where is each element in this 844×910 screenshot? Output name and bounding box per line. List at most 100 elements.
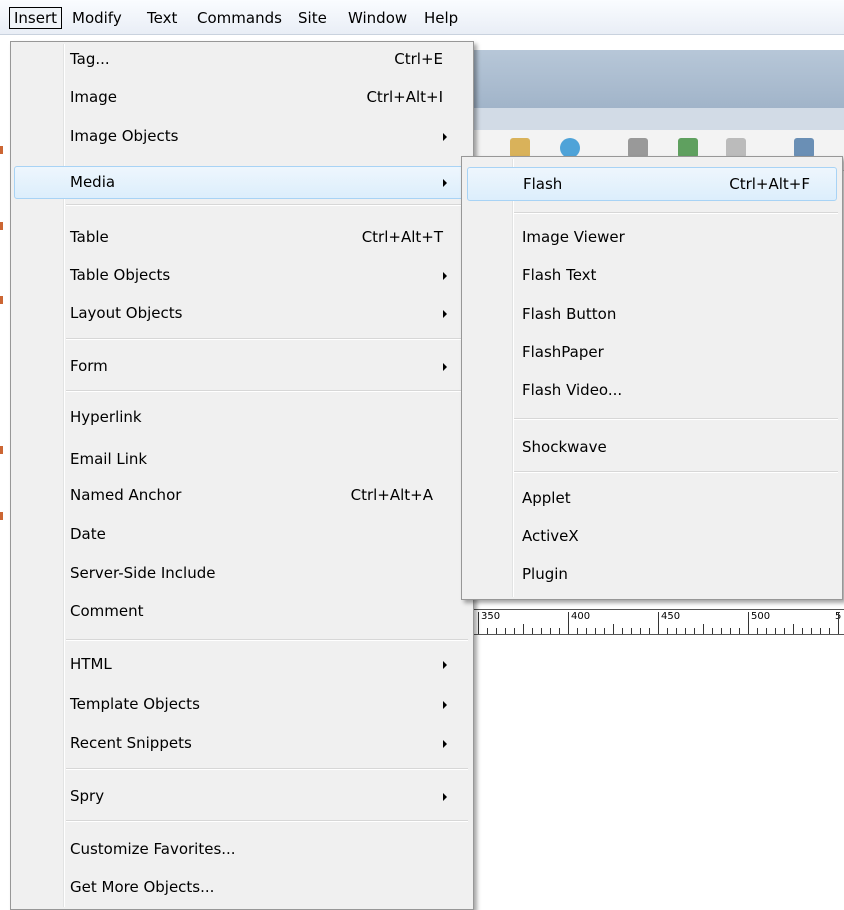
shortcut-label: Ctrl+Alt+I [366,88,443,106]
menu-item-shockwave[interactable]: Shockwave [462,430,840,464]
ruler-tick [496,628,497,634]
submenu-arrow-icon [443,793,447,801]
menu-item-server-side-include[interactable]: Server-Side Include [11,556,471,590]
view-options-icon[interactable] [678,138,698,158]
menu-item-label: Image Viewer [522,228,625,246]
menu-item-label: Recent Snippets [70,734,192,752]
ruler-tick [658,612,659,634]
ruler-label: 350 [481,611,501,622]
menu-item-flashpaper[interactable]: FlashPaper [462,335,840,369]
shortcut-label: Ctrl+Alt+F [729,175,810,193]
menu-item-label: Date [70,525,106,543]
menu-item-date[interactable]: Date [11,517,471,551]
edge-mark [0,296,3,304]
menu-modify[interactable]: Modify [72,9,122,27]
ruler-tick [622,628,623,634]
menu-site[interactable]: Site [298,9,327,27]
menu-item-flash-text[interactable]: Flash Text [462,258,840,292]
menu-item-label: Named Anchor [70,486,182,504]
menu-item-comment[interactable]: Comment [11,594,471,628]
ruler-tick [640,628,641,634]
document-title-bar [460,50,844,108]
menu-item-get-more-objects[interactable]: Get More Objects... [11,870,471,904]
menu-item-customize-favorites[interactable]: Customize Favorites... [11,832,471,866]
upload-icon[interactable] [510,138,530,158]
menu-item-template-objects[interactable]: Template Objects [11,687,471,721]
ruler-tick [595,628,596,634]
submenu-arrow-icon [443,179,447,187]
ruler-tick [730,628,731,634]
menu-item-label: Flash Video... [522,381,623,399]
document-tab-bar [460,108,844,130]
menu-item-recent-snippets[interactable]: Recent Snippets [11,726,471,760]
ruler-tick [568,612,569,634]
ruler-tick [739,628,740,634]
menu-item-spry[interactable]: Spry [11,779,471,813]
ruler-label: 500 [751,611,771,622]
menu-item-label: Table Objects [70,266,171,284]
menu-separator [514,471,838,473]
ruler-tick [829,628,830,634]
ruler-tick [667,628,668,634]
ruler-tick [586,628,587,634]
refresh-icon[interactable] [628,138,648,158]
menu-item-activex[interactable]: ActiveX [462,519,840,553]
menu-item-image-viewer[interactable]: Image Viewer [462,220,840,254]
globe-icon[interactable] [560,138,580,158]
menu-item-hyperlink[interactable]: Hyperlink [11,400,471,434]
ruler-tick [676,628,677,634]
shortcut-label: Ctrl+Alt+T [361,228,443,246]
menu-item-applet[interactable]: Applet [462,481,840,515]
menu-item-named-anchor[interactable]: Named Anchor Ctrl+Alt+A [11,478,471,512]
menu-item-tag[interactable]: Tag... Ctrl+E [11,42,471,76]
menu-item-label: Plugin [522,565,568,583]
menu-window[interactable]: Window [348,9,407,27]
menu-item-flash[interactable]: Flash Ctrl+Alt+F [467,167,837,201]
insert-menu: Tag... Ctrl+E Image Ctrl+Alt+I Image Obj… [10,41,474,910]
menu-item-form[interactable]: Form [11,349,471,383]
ruler-tick [550,628,551,634]
menu-item-label: Image Objects [70,127,179,145]
ruler-tick [784,628,785,634]
menu-item-image[interactable]: Image Ctrl+Alt+I [11,80,471,114]
edge-mark [0,512,3,520]
menu-item-image-objects[interactable]: Image Objects [11,119,471,153]
ruler-tick [811,628,812,634]
submenu-arrow-icon [443,133,447,141]
ruler-tick [838,612,839,634]
menu-item-layout-objects[interactable]: Layout Objects [11,296,471,330]
menu-item-html[interactable]: HTML [11,647,471,681]
menu-insert[interactable]: Insert [9,7,63,29]
menu-item-flash-video[interactable]: Flash Video... [462,373,840,407]
ruler-tick [514,628,515,634]
menu-commands[interactable]: Commands [197,9,282,27]
menu-item-media[interactable]: Media [14,166,469,199]
menu-item-label: Form [70,357,108,375]
menu-item-table-objects[interactable]: Table Objects [11,258,471,292]
ruler-tick [541,628,542,634]
menu-item-email-link[interactable]: Email Link [11,442,471,476]
menu-item-label: Applet [522,489,571,507]
menu-item-plugin[interactable]: Plugin [462,557,840,591]
ruler-tick [775,628,776,634]
ruler-tick [748,612,749,634]
menu-item-label: Get More Objects... [70,878,215,896]
ruler-tick [793,624,794,634]
menu-text[interactable]: Text [147,9,177,27]
menu-item-label: Image [70,88,117,106]
menu-separator [66,390,468,392]
menu-separator [66,204,468,206]
ruler-tick [523,624,524,634]
menu-help[interactable]: Help [424,9,458,27]
menu-separator [66,639,468,641]
edge-mark [0,222,3,230]
app-left-edge [0,34,6,908]
code-navigation-icon[interactable] [794,138,814,158]
ruler-tick [685,628,686,634]
menu-separator [66,338,468,340]
menu-item-flash-button[interactable]: Flash Button [462,297,840,331]
visual-aids-icon[interactable] [726,138,746,158]
menu-item-table[interactable]: Table Ctrl+Alt+T [11,220,471,254]
ruler-tick [802,628,803,634]
menu-separator [66,820,468,822]
